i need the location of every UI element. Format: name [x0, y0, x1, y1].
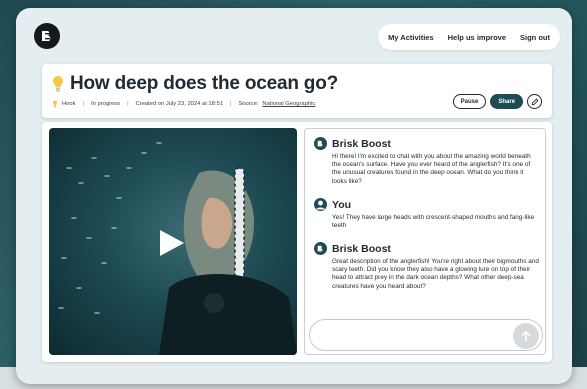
message-author: You [332, 198, 352, 211]
meta-separator: | [229, 101, 232, 107]
header-actions: Pause Share [452, 94, 542, 109]
pencil-icon [531, 98, 538, 105]
user-avatar-icon [314, 198, 327, 211]
edit-button[interactable] [527, 94, 542, 109]
video-player[interactable] [49, 128, 297, 355]
meta-separator: | [82, 101, 85, 107]
bot-avatar-icon [314, 242, 327, 255]
bot-avatar-icon [314, 137, 327, 150]
page-title: How deep does the ocean go? [70, 73, 339, 94]
top-navigation: My Activities Help us improve Sign out [378, 24, 560, 50]
nav-my-activities[interactable]: My Activities [388, 33, 434, 42]
nav-sign-out[interactable]: Sign out [520, 33, 550, 42]
activity-meta: Hook | In progress | Created on July 23,… [52, 100, 315, 108]
nav-help-us-improve[interactable]: Help us improve [448, 33, 506, 42]
chat-message: You Yes! They have large heads with cres… [314, 198, 539, 230]
arrow-up-icon [521, 331, 531, 342]
chat-message: Brisk Boost Hi there! I'm excited to cha… [314, 137, 539, 186]
send-button[interactable] [513, 323, 539, 349]
app-window: My Activities Help us improve Sign out H… [16, 8, 572, 384]
lightbulb-small-icon [52, 100, 58, 108]
chat-message: Brisk Boost Great description of the ang… [314, 242, 539, 291]
title-row: How deep does the ocean go? [52, 73, 338, 95]
meta-source-link[interactable]: National Geographic [262, 101, 315, 107]
chat-panel: Brisk Boost Hi there! I'm excited to cha… [304, 128, 546, 355]
meta-status: In progress [91, 101, 121, 107]
share-button[interactable]: Share [490, 94, 523, 109]
meta-type: Hook [62, 101, 76, 107]
activity-header: How deep does the ocean go? Hook | In pr… [42, 64, 552, 118]
logo-icon [42, 31, 51, 41]
brisk-logo[interactable] [34, 23, 60, 49]
activity-content: Brisk Boost Hi there! I'm excited to cha… [42, 122, 552, 362]
message-text: Great description of the anglerfish! You… [332, 258, 539, 290]
message-text: Yes! They have large heads with crescent… [332, 214, 535, 230]
meta-separator: | [127, 101, 129, 107]
play-icon[interactable] [160, 230, 184, 256]
lightbulb-icon [53, 76, 63, 92]
meta-created: Created on July 23, 2024 at 18:51 [135, 101, 223, 107]
meta-source-label: Source: [238, 101, 259, 107]
pause-button[interactable]: Pause [452, 94, 487, 109]
chat-input[interactable] [309, 319, 543, 351]
message-text: Hi there! I'm excited to chat with you a… [332, 153, 531, 185]
message-author: Brisk Boost [332, 242, 391, 255]
message-author: Brisk Boost [332, 137, 391, 150]
